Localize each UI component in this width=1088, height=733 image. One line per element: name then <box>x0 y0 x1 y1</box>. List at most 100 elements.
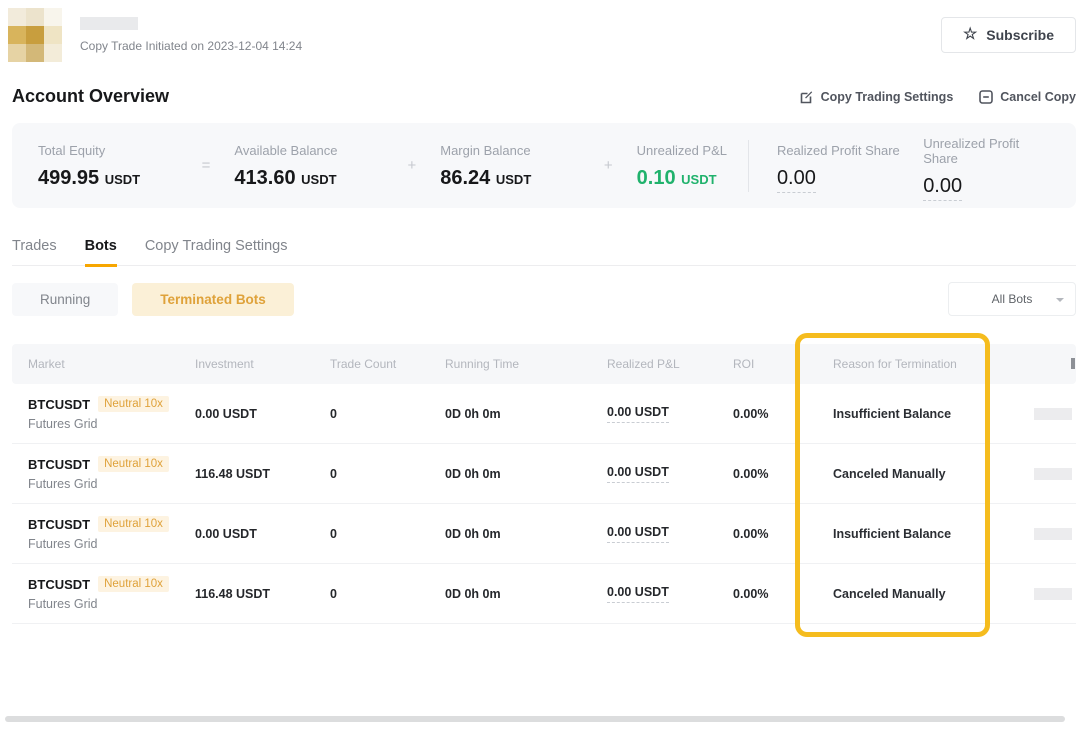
cancel-copy-button[interactable]: Cancel Copy <box>979 90 1076 104</box>
bot-type: Futures Grid <box>28 537 179 551</box>
col-realized-pnl: Realized P&L <box>591 357 717 371</box>
trade-count-cell: 0 <box>314 587 429 601</box>
realized-pnl-cell: 0.00 USDT <box>591 585 717 603</box>
censored-action-link[interactable] <box>1034 588 1072 600</box>
stat-total-equity: Total Equity 499.95 USDT <box>38 143 178 188</box>
leverage-badge: Neutral 10x <box>98 576 169 592</box>
subscribe-button[interactable]: ☆ Subscribe <box>941 17 1076 53</box>
leverage-badge: Neutral 10x <box>98 456 169 472</box>
realized-pnl-cell: 0.00 USDT <box>591 405 717 423</box>
stat-label: Available Balance <box>234 143 383 158</box>
market-symbol: BTCUSDT <box>28 457 90 472</box>
copy-trading-page: Copy Trade Initiated on 2023-12-04 14:24… <box>0 0 1088 733</box>
stat-label: Unrealized P&L <box>637 143 748 158</box>
account-overview-header: Account Overview Copy Trading Settings C… <box>12 86 1076 107</box>
running-time-cell: 0D 0h 0m <box>429 587 591 601</box>
bot-type: Futures Grid <box>28 477 179 491</box>
all-bots-dropdown-value: All Bots <box>992 292 1033 306</box>
market-cell: BTCUSDT Neutral 10x Futures Grid <box>12 396 179 431</box>
table-row: BTCUSDT Neutral 10x Futures Grid 116.48 … <box>12 564 1076 624</box>
unrealized-profit-share-value: 0.00 <box>923 175 962 201</box>
bot-type: Futures Grid <box>28 597 179 611</box>
available-balance-unit: USDT <box>301 172 336 187</box>
market-cell: BTCUSDT Neutral 10x Futures Grid <box>12 516 179 551</box>
market-cell: BTCUSDT Neutral 10x Futures Grid <box>12 576 179 611</box>
investment-cell: 0.00 USDT <box>179 407 314 421</box>
plus-operator: + <box>604 157 613 174</box>
filter-terminated-bots[interactable]: Terminated Bots <box>132 283 294 316</box>
stat-unrealized-profit-share: Unrealized Profit Share 0.00 <box>923 136 1050 196</box>
bot-type: Futures Grid <box>28 417 179 431</box>
copy-trade-initiated-text: Copy Trade Initiated on 2023-12-04 14:24 <box>80 39 302 53</box>
trader-header: Copy Trade Initiated on 2023-12-04 14:24… <box>12 8 1076 62</box>
tab-bots[interactable]: Bots <box>85 238 117 267</box>
leverage-badge: Neutral 10x <box>98 396 169 412</box>
plus-operator: + <box>407 157 416 174</box>
col-investment: Investment <box>179 357 314 371</box>
market-cell: BTCUSDT Neutral 10x Futures Grid <box>12 456 179 491</box>
reason-cell: Canceled Manually <box>817 467 990 481</box>
reason-cell: Insufficient Balance <box>817 527 990 541</box>
table-header-row: Market Investment Trade Count Running Ti… <box>12 344 1076 384</box>
market-symbol: BTCUSDT <box>28 517 90 532</box>
col-trade-count: Trade Count <box>314 357 429 371</box>
censored-action-link[interactable] <box>1034 408 1072 420</box>
stats-divider <box>748 140 749 192</box>
roi-cell: 0.00% <box>717 527 817 541</box>
stat-margin-balance: Margin Balance 86.24 USDT <box>440 143 580 188</box>
reason-cell: Insufficient Balance <box>817 407 990 421</box>
running-time-cell: 0D 0h 0m <box>429 527 591 541</box>
all-bots-dropdown[interactable]: All Bots <box>948 282 1076 316</box>
running-time-cell: 0D 0h 0m <box>429 467 591 481</box>
stat-label: Total Equity <box>38 143 178 158</box>
unrealized-pnl-unit: USDT <box>681 172 716 187</box>
clipped-column-fragment <box>1071 358 1075 369</box>
terminated-bots-table: Market Investment Trade Count Running Ti… <box>12 344 1076 624</box>
col-market: Market <box>12 357 179 371</box>
account-stats-card: Total Equity 499.95 USDT = Available Bal… <box>12 123 1076 208</box>
col-reason-for-termination: Reason for Termination <box>817 357 990 371</box>
trader-meta: Copy Trade Initiated on 2023-12-04 14:24 <box>80 8 302 53</box>
market-symbol: BTCUSDT <box>28 577 90 592</box>
investment-cell: 0.00 USDT <box>179 527 314 541</box>
edit-icon <box>800 90 814 104</box>
trader-name-censored <box>80 17 138 30</box>
avatar <box>8 8 62 62</box>
star-icon: ☆ <box>963 27 977 43</box>
leverage-badge: Neutral 10x <box>98 516 169 532</box>
page-title: Account Overview <box>12 86 169 107</box>
censored-action-link[interactable] <box>1034 528 1072 540</box>
margin-balance-value: 86.24 <box>440 167 490 189</box>
tab-trades[interactable]: Trades <box>12 238 57 265</box>
col-roi: ROI <box>717 357 817 371</box>
investment-cell: 116.48 USDT <box>179 587 314 601</box>
subscribe-label: Subscribe <box>986 27 1054 43</box>
market-symbol: BTCUSDT <box>28 397 90 412</box>
roi-cell: 0.00% <box>717 467 817 481</box>
censored-action-link[interactable] <box>1034 468 1072 480</box>
stat-realized-profit-share: Realized Profit Share 0.00 <box>777 143 923 188</box>
available-balance-value: 413.60 <box>234 167 295 189</box>
roi-cell: 0.00% <box>717 407 817 421</box>
copy-trading-settings-button[interactable]: Copy Trading Settings <box>800 90 954 104</box>
overview-actions: Copy Trading Settings Cancel Copy <box>800 90 1076 104</box>
running-time-cell: 0D 0h 0m <box>429 407 591 421</box>
chevron-down-icon <box>1056 298 1064 302</box>
stat-unrealized-pnl: Unrealized P&L 0.10 USDT <box>637 143 748 188</box>
stat-available-balance: Available Balance 413.60 USDT <box>234 143 383 188</box>
col-running-time: Running Time <box>429 357 591 371</box>
filter-running[interactable]: Running <box>12 283 118 316</box>
unrealized-pnl-value: 0.10 <box>637 167 676 189</box>
margin-balance-unit: USDT <box>496 172 531 187</box>
investment-cell: 116.48 USDT <box>179 467 314 481</box>
horizontal-scrollbar[interactable] <box>5 716 1065 722</box>
total-equity-unit: USDT <box>105 172 140 187</box>
trade-count-cell: 0 <box>314 527 429 541</box>
tab-copy-trading-settings[interactable]: Copy Trading Settings <box>145 238 288 265</box>
realized-profit-share-value: 0.00 <box>777 167 816 193</box>
table-row: BTCUSDT Neutral 10x Futures Grid 0.00 US… <box>12 384 1076 444</box>
main-tabs: Trades Bots Copy Trading Settings <box>12 238 1076 266</box>
stat-label: Margin Balance <box>440 143 580 158</box>
minus-square-icon <box>979 90 993 104</box>
roi-cell: 0.00% <box>717 587 817 601</box>
